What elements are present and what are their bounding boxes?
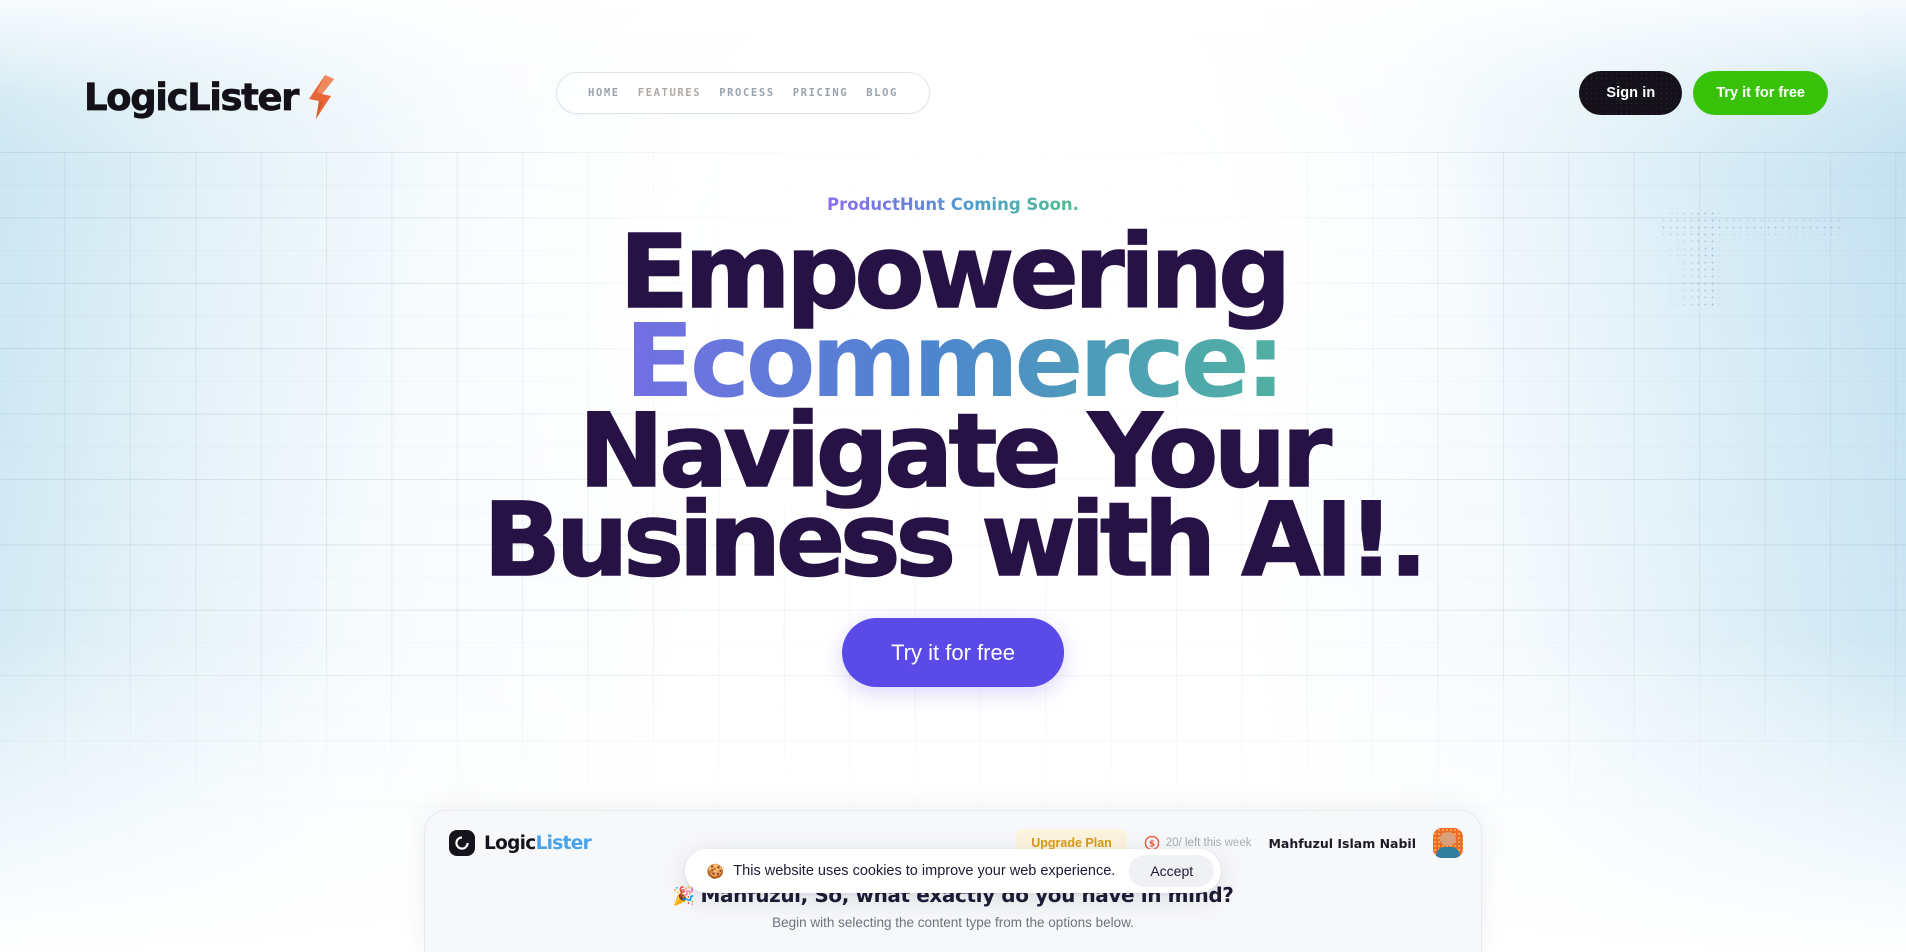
nav-item-home[interactable]: HOME <box>588 87 620 99</box>
app-logo-text-accent: Lister <box>535 832 592 854</box>
cookie-icon: 🍪 <box>706 862 725 879</box>
brand-name: LogicLister <box>84 75 300 119</box>
header-actions: Sign in Try it for free <box>1579 71 1828 115</box>
credits-text: 20/ left this week <box>1165 837 1252 849</box>
app-logo-text-primary: Logic <box>484 832 536 854</box>
primary-navigation: HOME FEATURES PROCESS PRICING BLOG <box>556 72 930 114</box>
accept-cookies-button[interactable]: Accept <box>1129 855 1215 887</box>
cookie-consent-banner: 🍪 This website uses cookies to improve yo… <box>684 849 1222 893</box>
page-title: Empowering Ecommerce: Navigate Your Busi… <box>403 221 1503 600</box>
app-logo-mark-icon <box>449 830 475 856</box>
app-logo-text: LogicLister <box>484 832 592 854</box>
app-subtext: Begin with selecting the content type fr… <box>772 915 1134 930</box>
hero-eyebrow: ProductHunt Coming Soon. <box>827 195 1079 214</box>
background-dot-artifact <box>1660 210 1840 310</box>
hero-title-line-4: Business with AI!. <box>482 480 1428 600</box>
nav-item-process[interactable]: PROCESS <box>719 87 774 99</box>
hero-try-free-button[interactable]: Try it for free <box>842 618 1064 687</box>
header-try-free-button[interactable]: Try it for free <box>1693 71 1828 115</box>
cookie-message: 🍪 This website uses cookies to improve yo… <box>707 863 1115 880</box>
nav-item-blog[interactable]: BLOG <box>866 87 898 99</box>
lightning-bolt-icon <box>309 75 335 119</box>
party-popper-icon: 🎉 <box>672 886 695 907</box>
app-logo[interactable]: LogicLister <box>449 830 592 856</box>
sign-in-button[interactable]: Sign in <box>1579 71 1683 115</box>
avatar[interactable] <box>1433 828 1463 858</box>
cookie-message-text: This website uses cookies to improve you… <box>733 863 1116 879</box>
nav-item-pricing[interactable]: PRICING <box>793 87 848 99</box>
brand-logo[interactable]: LogicLister <box>84 74 335 120</box>
site-header: LogicLister HOME FEATURES PROCESS PRICIN… <box>0 0 1906 160</box>
nav-item-features[interactable]: FEATURES <box>638 87 701 99</box>
user-name: Mahfuzul Islam Nabil <box>1268 835 1416 851</box>
